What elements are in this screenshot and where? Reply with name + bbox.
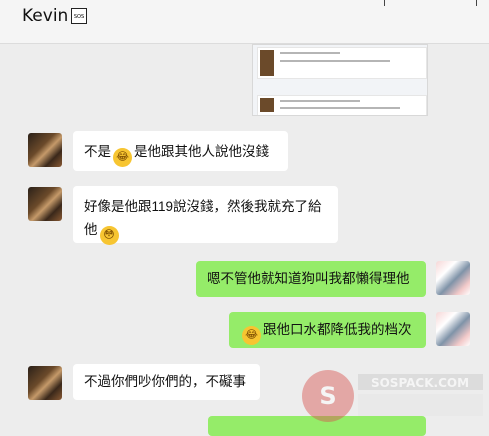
message-text: 跟他口水都降低我的档次 [263,322,412,337]
self-avatar[interactable] [436,261,470,295]
contact-avatar[interactable] [28,187,62,221]
flushed-emoji-icon: 😳 [99,226,119,245]
screenshot-row [257,95,427,115]
sos-badge-icon: SOS [71,8,87,24]
screenshot-image-message[interactable] [252,44,428,116]
message-text: 不是 [84,144,111,159]
message-text: 嗯不管他就知道狗叫我都懶得理他 [207,271,410,286]
screenshot-row [257,47,427,79]
message-bubble[interactable]: 不是 😂 是他跟其他人說他沒錢 [73,131,288,171]
watermark-text: SOSPACK.COM [371,376,469,390]
toolbar-tick [476,0,477,6]
toolbar-tick [384,0,385,6]
chat-header: Kevin SOS [0,0,489,44]
message-text: 他 [84,222,98,237]
message-text: 是他跟其他人說他沒錢 [134,144,269,159]
message-text: 不過你們吵你們的，不礙事 [84,374,246,389]
screenshot-line [280,100,360,102]
sospack-watermark-logo: S SOSPACK.COM [302,370,483,422]
contact-avatar[interactable] [28,366,62,400]
screenshot-avatar [260,50,274,76]
screenshot-line [280,60,390,62]
screenshot-line [280,52,340,54]
svg-text:S: S [319,382,336,410]
message-text: 好像是他跟119說沒錢，然後我就充了給 [84,199,322,214]
self-avatar[interactable] [436,312,470,346]
contact-avatar[interactable] [28,133,62,167]
crying-laughing-emoji-icon: 😂 [242,326,261,345]
chat-title: Kevin [22,6,69,26]
message-bubble[interactable]: 好像是他跟119說沒錢，然後我就充了給 他 😳 [73,186,338,245]
message-bubble[interactable]: 嗯不管他就知道狗叫我都懶得理他 [196,261,426,297]
message-bubble[interactable]: 😂 跟他口水都降低我的档次 [229,312,426,348]
crying-laughing-emoji-icon: 😂 [113,148,132,167]
screenshot-line [280,107,400,109]
screenshot-avatar [260,98,274,112]
message-bubble[interactable]: 不過你們吵你們的，不礙事 [73,364,260,400]
